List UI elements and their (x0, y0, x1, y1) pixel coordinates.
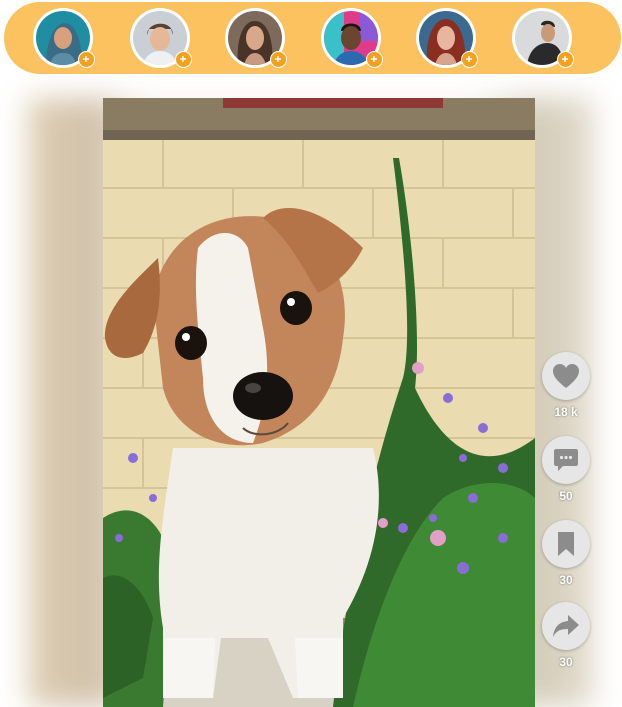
plus-icon (371, 56, 377, 62)
post-image[interactable] (103, 98, 535, 707)
like-action: 18 k (540, 352, 592, 419)
plus-icon (180, 56, 186, 62)
add-story-badge (270, 51, 287, 68)
bookmark-icon (558, 532, 574, 556)
puppy-photo (103, 98, 535, 707)
comment-button[interactable] (542, 436, 590, 484)
plus-icon (562, 56, 568, 62)
story-avatar-5[interactable] (416, 8, 478, 68)
comment-count: 50 (559, 489, 573, 503)
feed-screen: 18 k 50 30 30 (0, 0, 622, 707)
save-count: 30 (559, 573, 573, 587)
save-button[interactable] (542, 520, 590, 568)
story-avatar-1[interactable] (33, 8, 95, 68)
share-icon (553, 615, 579, 637)
story-avatar-4[interactable] (321, 8, 383, 68)
add-story-badge (78, 51, 95, 68)
share-count: 30 (559, 655, 573, 669)
like-count: 18 k (554, 405, 578, 419)
plus-icon (466, 56, 472, 62)
stories-bar (4, 2, 621, 74)
share-action: 30 (540, 602, 592, 669)
story-avatar-3[interactable] (225, 8, 287, 68)
add-story-badge (366, 51, 383, 68)
like-button[interactable] (542, 352, 590, 400)
plus-icon (275, 56, 281, 62)
save-action: 30 (540, 520, 592, 587)
comment-action: 50 (540, 436, 592, 503)
add-story-badge (557, 51, 574, 68)
share-button[interactable] (542, 602, 590, 650)
add-story-badge (175, 51, 192, 68)
story-avatar-6[interactable] (512, 8, 574, 68)
add-story-badge (461, 51, 478, 68)
heart-icon (553, 364, 579, 388)
story-avatar-2[interactable] (130, 8, 192, 68)
plus-icon (83, 56, 89, 62)
comment-icon (554, 449, 578, 471)
